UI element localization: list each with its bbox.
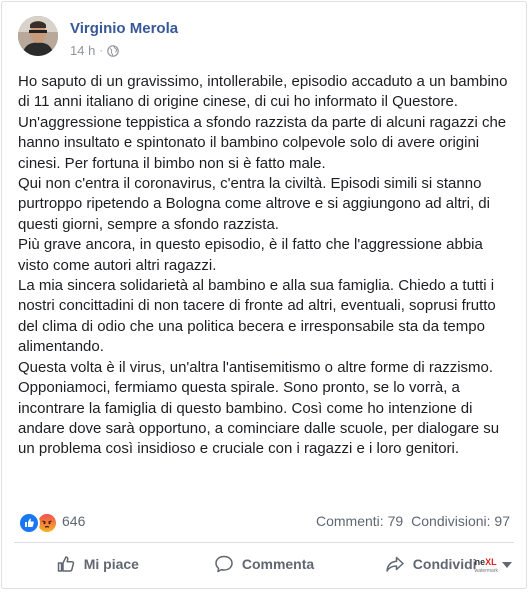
- share-label: Condividi: [412, 556, 477, 572]
- avatar-photo: [18, 16, 58, 56]
- brand-watermark: neXL watermark: [474, 557, 498, 575]
- thumbs-up-icon: [57, 556, 74, 572]
- post-paragraph: Un'aggressione teppistica a sfondo razzi…: [18, 113, 507, 172]
- comment-icon: [215, 555, 233, 573]
- author-name[interactable]: Virginio Merola: [70, 20, 178, 37]
- post-paragraph: La mia sincera solidarietà al bambino e …: [18, 277, 496, 356]
- post-card: Virginio Merola 14 h · Ho saputo di un g…: [1, 1, 527, 589]
- author-avatar[interactable]: [18, 16, 58, 56]
- post-paragraph: Più grave ancora, in questo episodio, è …: [18, 236, 483, 274]
- actions-divider: [14, 542, 514, 543]
- reaction-count[interactable]: 646: [62, 513, 85, 529]
- meta-separator: ·: [99, 44, 103, 57]
- like-label: Mi piace: [83, 556, 139, 572]
- share-icon: [386, 556, 404, 572]
- comment-label: Commenta: [241, 556, 315, 572]
- action-bar: Mi piace Commenta Condividi: [14, 544, 514, 584]
- like-icon: [18, 512, 40, 534]
- engagement-counts: Commenti: 79 Condivisioni: 97: [316, 513, 510, 529]
- shares-count[interactable]: Condivisioni: 97: [411, 513, 510, 529]
- reaction-icons[interactable]: [18, 512, 58, 534]
- like-button[interactable]: Mi piace: [14, 547, 181, 581]
- globe-icon[interactable]: [107, 44, 119, 57]
- audience-caret-icon[interactable]: [502, 562, 512, 568]
- post-meta: 14 h ·: [70, 43, 119, 58]
- post-body: Ho saputo di un gravissimo, intollerabil…: [18, 72, 514, 460]
- reactions-bar: 646 Commenti: 79 Condivisioni: 97: [18, 512, 510, 534]
- post-paragraph: Qui non c'entra il coronavirus, c'entra …: [18, 175, 490, 233]
- comment-button[interactable]: Commenta: [181, 547, 348, 581]
- post-paragraph: Ho saputo di un gravissimo, intollerabil…: [18, 73, 508, 111]
- comments-count[interactable]: Commenti: 79: [316, 513, 403, 529]
- post-header: Virginio Merola 14 h ·: [18, 16, 510, 64]
- post-timestamp[interactable]: 14 h: [70, 43, 95, 58]
- post-paragraph: Questa volta è il virus, un'altra l'anti…: [18, 358, 500, 458]
